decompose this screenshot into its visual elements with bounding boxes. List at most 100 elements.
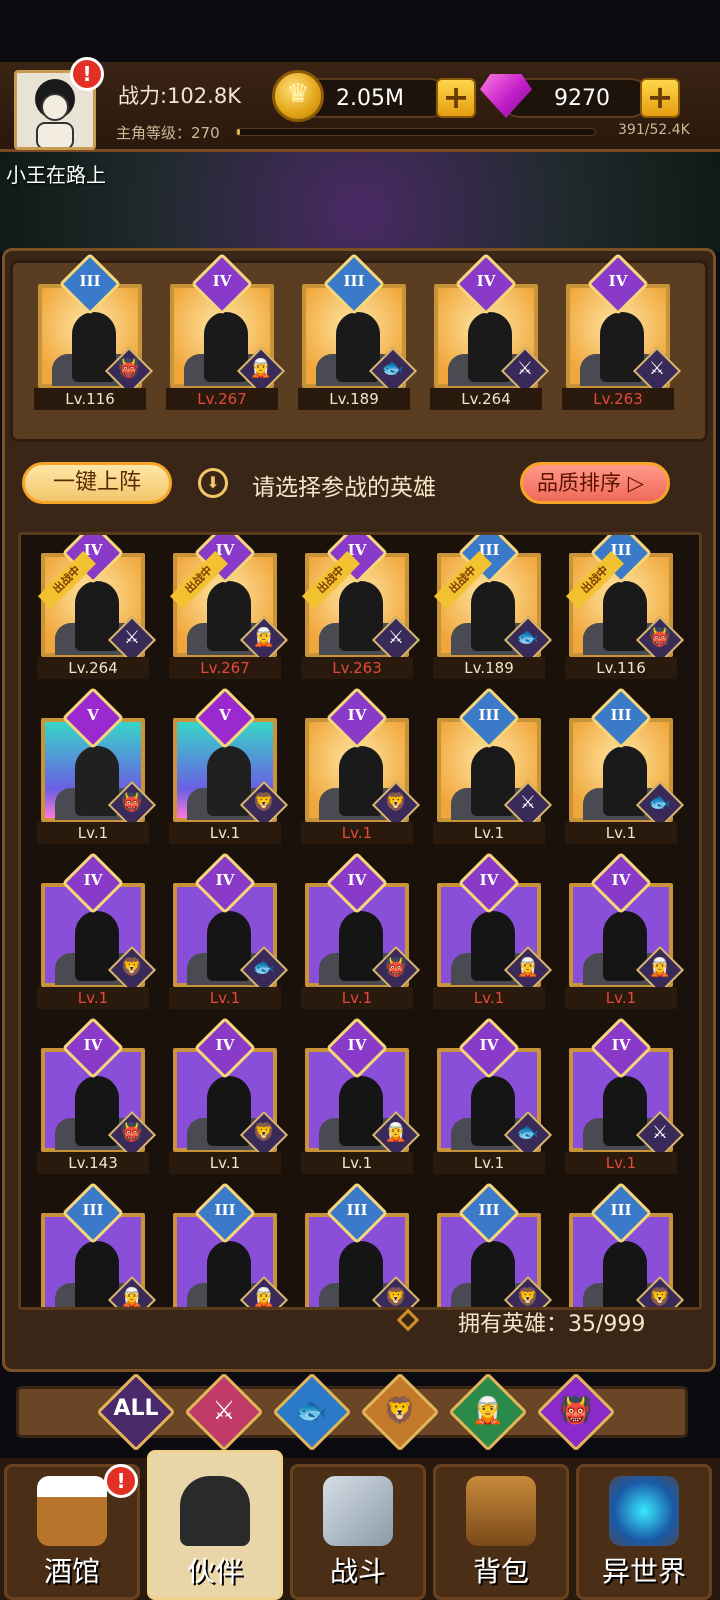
hero-card[interactable]: III 👹 Lv.116 出战中 [561,535,685,679]
hero-card[interactable]: IV ⚔ Lv.263 出战中 [297,535,421,679]
faction-glyph: 🧝 [120,1287,144,1308]
faction-glyph: ⚔ [516,358,534,379]
hero-card[interactable]: III 🐟 Lv.189 [294,252,418,410]
hero-card[interactable]: III 🦁 [429,1181,553,1307]
player-level-progress: 391/52.4K [618,122,690,138]
faction-glyph: 🧝 [384,1122,408,1143]
player-level-bar-fill [237,129,240,135]
faction-glyph: 🦁 [120,957,144,978]
player-level-label: 主角等级：270 [116,124,220,142]
add-gems-button[interactable]: + [640,78,680,118]
hero-card[interactable]: III 🦁 [297,1181,421,1307]
hero-card[interactable]: IV 👹 Lv.143 [33,1016,157,1174]
sort-label: 品质排序 [537,471,621,495]
download-arrow-icon: ⬇ [198,468,228,498]
hero-card[interactable]: IV ⚔ Lv.1 [561,1016,685,1174]
hero-grid[interactable]: IV ⚔ Lv.264 出战中 IV 🧝 Lv.267 出战中 IV ⚔ Lv.… [18,532,702,1310]
otherworld-portal-icon [609,1476,679,1546]
faction-glyph: ⚔ [648,358,666,379]
add-coins-button[interactable]: + [436,78,476,118]
hero-card[interactable]: IV 🐟 Lv.1 [165,851,289,1009]
hero-level: Lv.267 [169,657,281,679]
hero-rank: V [87,706,99,724]
hero-level: Lv.263 [301,657,413,679]
hero-level: Lv.1 [37,822,149,844]
coin-amount: 2.05M [336,86,404,111]
hero-level: Lv.116 [34,388,146,410]
faction-glyph: 🧝 [252,1287,276,1308]
hero-level: Lv.1 [169,1152,281,1174]
hero-rank: III [343,272,365,290]
hero-rank: III [346,1201,368,1219]
hero-card[interactable]: III 🐟 Lv.1 [561,686,685,844]
partner-icon [180,1476,250,1546]
faction-glyph: 🦁 [384,792,408,813]
hero-rank: III [610,706,632,724]
hero-rank: IV [212,272,232,290]
hero-card[interactable]: V 🦁 Lv.1 [165,686,289,844]
hero-level: Lv.1 [169,987,281,1009]
faction-glyph: 👹 [120,792,144,813]
hero-level: Lv.267 [166,388,278,410]
select-hero-hint: 请选择参战的英雄 [252,475,436,501]
faction-glyph: 🧝 [516,957,540,978]
backpack-chest-icon [466,1476,536,1546]
hero-level: Lv.189 [298,388,410,410]
hero-card[interactable]: IV 🦁 Lv.1 [165,1016,289,1174]
elf-faction-icon: 🧝 [471,1396,505,1426]
faction-glyph: 🦁 [252,792,276,813]
faction-glyph: 🐟 [648,792,672,813]
hero-card[interactable]: III 🧝 [165,1181,289,1308]
hero-rank: IV [476,272,496,290]
hero-card[interactable]: IV 🧝 Lv.267 [162,252,286,410]
faction-glyph: 👹 [120,1122,144,1143]
hero-level: Lv.1 [565,987,677,1009]
hero-card[interactable]: IV ⚔ Lv.264 [426,252,550,410]
hero-card[interactable]: III 🐟 Lv.189 出战中 [429,535,553,679]
hero-card[interactable]: IV 👹 Lv.1 [297,851,421,1009]
hero-card[interactable]: IV 🦁 Lv.1 [33,851,157,1009]
quality-sort-button[interactable]: 品质排序 ▷ [520,462,670,504]
hero-card[interactable]: III 🦁 [561,1181,685,1307]
player-level-bar [236,128,596,136]
faction-glyph: 🐟 [516,1122,540,1143]
faction-glyph: 🧝 [249,358,273,379]
faction-glyph: 🧝 [648,957,672,978]
hero-card[interactable]: IV 🧝 Lv.1 [297,1016,421,1174]
hero-rank: III [610,1201,632,1219]
hero-level: Lv.1 [169,822,281,844]
hero-card[interactable]: V 👹 Lv.1 [33,686,157,844]
hero-level: Lv.1 [433,822,545,844]
faction-glyph: 🧝 [252,627,276,648]
hero-rank: IV [347,1036,367,1054]
hero-rank: IV [611,1036,631,1054]
hero-rank: V [219,706,231,724]
hero-level: Lv.189 [433,657,545,679]
hero-card[interactable]: III 🧝 [33,1181,157,1308]
avatar-alert-badge: ! [70,57,104,91]
hero-level: Lv.263 [562,388,674,410]
faction-glyph: ⚔ [123,627,141,648]
hero-rank: IV [347,706,367,724]
demon-faction-icon: 👹 [559,1396,593,1426]
hero-card[interactable]: IV 🦁 Lv.1 [297,686,421,844]
hero-card[interactable]: IV ⚔ Lv.263 [558,252,682,410]
beast-faction-icon: 🦁 [383,1396,417,1426]
faction-glyph: ⚔ [387,627,405,648]
hero-level: Lv.1 [301,1152,413,1174]
hero-level: Lv.1 [565,822,677,844]
hero-card[interactable]: III ⚔ Lv.1 [429,686,553,844]
hero-card[interactable]: IV 🧝 Lv.267 出战中 [165,535,289,679]
battle-swords-icon [323,1476,393,1546]
hero-card[interactable]: III 👹 Lv.116 [30,252,154,410]
hero-rank: III [478,1201,500,1219]
hero-card[interactable]: IV 🧝 Lv.1 [429,851,553,1009]
hero-level: Lv.1 [301,987,413,1009]
hero-card[interactable]: IV 🐟 Lv.1 [429,1016,553,1174]
hero-rank: IV [215,871,235,889]
hero-rank: III [214,1201,236,1219]
faction-glyph: 👹 [117,358,141,379]
one-click-deploy-button[interactable]: 一键上阵 [22,462,172,504]
hero-card[interactable]: IV 🧝 Lv.1 [561,851,685,1009]
hero-card[interactable]: IV ⚔ Lv.264 出战中 [33,535,157,679]
